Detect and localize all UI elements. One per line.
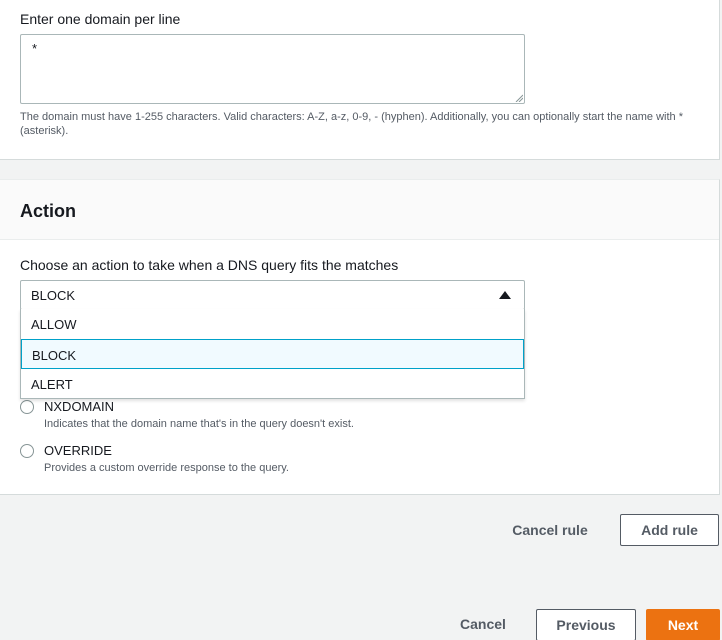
domains-hint: The domain must have 1-255 characters. V…: [20, 111, 683, 137]
action-dropdown-menu: ALLOW BLOCK ALERT: [20, 309, 525, 399]
domains-textarea[interactable]: *: [20, 34, 525, 104]
option-block[interactable]: BLOCK: [21, 339, 524, 369]
nxdomain-label: NXDOMAIN: [44, 399, 115, 414]
nxdomain-radio[interactable]: [20, 400, 34, 414]
action-select-value: BLOCK: [31, 288, 76, 303]
option-alert[interactable]: ALERT: [21, 369, 524, 399]
resize-grip-icon[interactable]: [515, 94, 523, 102]
nxdomain-description: Indicates that the domain name that's in…: [44, 418, 354, 430]
override-label: OVERRIDE: [44, 443, 112, 458]
action-panel: Action Choose an action to take when a D…: [0, 179, 720, 495]
cancel-button[interactable]: Cancel: [452, 614, 514, 634]
action-header: Action: [0, 180, 719, 240]
next-button[interactable]: Next: [646, 609, 720, 640]
caret-up-icon: [499, 291, 511, 299]
cancel-rule-button[interactable]: Cancel rule: [505, 520, 595, 540]
action-title: Action: [20, 201, 76, 221]
override-radio[interactable]: [20, 444, 34, 458]
domains-label: Enter one domain per line: [20, 11, 181, 27]
option-allow[interactable]: ALLOW: [21, 309, 524, 339]
add-rule-button[interactable]: Add rule: [620, 514, 719, 546]
action-select[interactable]: BLOCK: [20, 280, 525, 310]
action-select-label: Choose an action to take when a DNS quer…: [20, 257, 399, 273]
override-description: Provides a custom override response to t…: [44, 462, 289, 474]
domains-panel: Enter one domain per line * The domain m…: [0, 0, 720, 160]
previous-button[interactable]: Previous: [536, 609, 636, 640]
